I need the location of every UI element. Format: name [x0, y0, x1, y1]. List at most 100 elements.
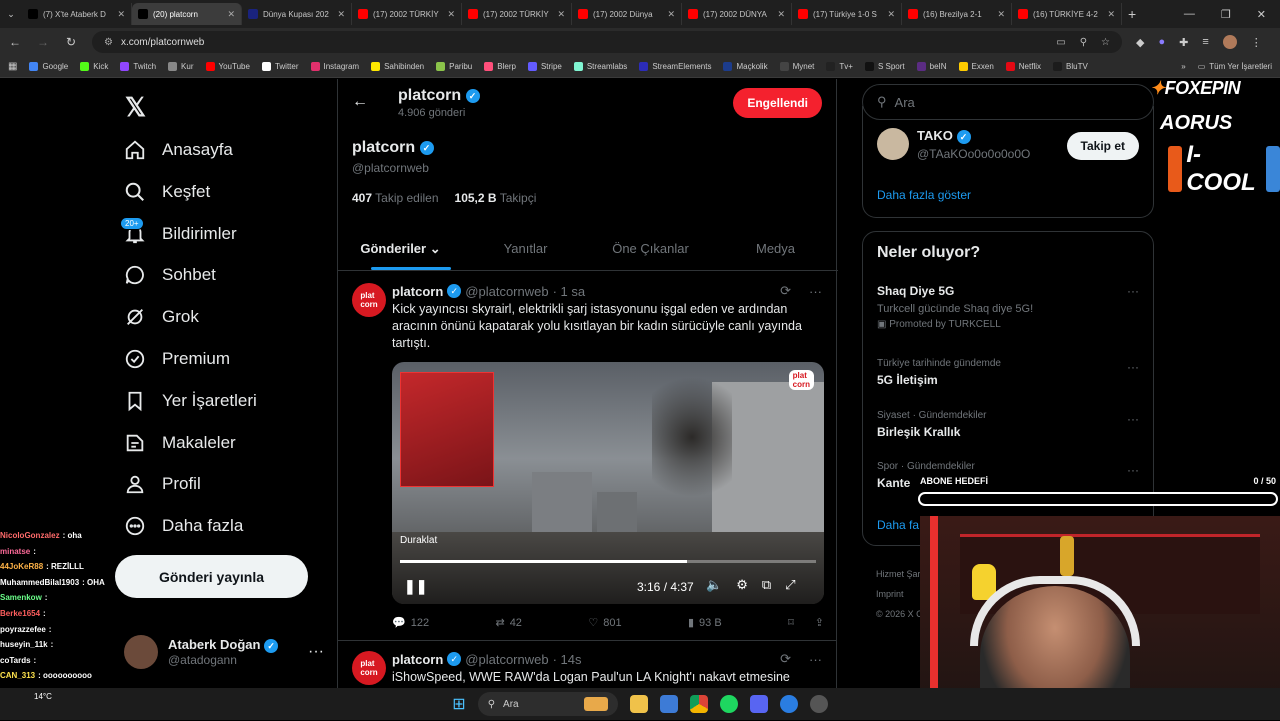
bookmark-item[interactable]: YouTube	[205, 62, 250, 71]
browser-tab[interactable]: (17) Türkiye 1-0 S ✕	[792, 3, 902, 25]
bookmark-item[interactable]: Exxen	[958, 62, 994, 71]
browser-tab[interactable]: Dünya Kupası 202 ✕	[242, 3, 352, 25]
extensions-puzzle-icon[interactable]: ✚	[1179, 36, 1188, 49]
trend-item[interactable]: Siyaset · Gündemdekiler Birleşik Krallık	[877, 410, 987, 439]
bookmarks-overflow-icon[interactable]: »	[1181, 62, 1185, 71]
trend-more-icon[interactable]: ···	[1127, 412, 1139, 426]
bookmark-item[interactable]: Twitch	[120, 62, 156, 71]
suggested-user-name[interactable]: TAKO	[917, 128, 953, 143]
bookmark-item[interactable]: Instagram	[310, 62, 359, 71]
tab-highlights[interactable]: Öne Çıkanlar	[588, 229, 713, 270]
kebab-menu-icon[interactable]: ⋮	[1251, 36, 1262, 49]
browser-tab[interactable]: (17) 2002 DÜNYA ✕	[682, 3, 792, 25]
taskbar-search-input[interactable]: ⚲ Ara	[477, 692, 618, 716]
close-tab-icon[interactable]: ✕	[997, 9, 1005, 20]
post-time[interactable]: · 14s	[553, 652, 582, 667]
blocked-button[interactable]: Engellendi	[733, 88, 822, 118]
close-tab-icon[interactable]: ✕	[337, 9, 345, 20]
close-tab-icon[interactable]: ✕	[227, 9, 235, 20]
bookmark-post-button[interactable]: ⌑ ⇪	[788, 616, 824, 629]
tab-replies[interactable]: Yanıtlar	[463, 229, 588, 270]
avatar[interactable]: plat corn	[352, 283, 386, 317]
post-time[interactable]: · 1 sa	[553, 284, 586, 299]
avatar[interactable]: plat corn	[352, 651, 386, 685]
reload-icon[interactable]: ↻	[64, 35, 78, 49]
all-bookmarks-folder[interactable]: ▭ Tüm Yer İşaretleri	[1198, 62, 1272, 71]
profile-avatar-icon[interactable]	[1222, 35, 1237, 49]
settings-gear-icon[interactable]: ⚙	[736, 577, 748, 593]
sidebar-item-home[interactable]: Anasayfa	[124, 135, 233, 165]
bookmark-item[interactable]: Tv+	[826, 62, 853, 71]
trend-item[interactable]: Türkiye tarihinde gündemde 5G İletişim	[877, 358, 1001, 387]
bookmark-item[interactable]: Google	[29, 62, 68, 71]
follow-button[interactable]: Takip et	[1066, 132, 1139, 160]
close-tab-icon[interactable]: ✕	[1107, 9, 1115, 20]
tab-media[interactable]: Medya	[713, 229, 838, 270]
browser-tab[interactable]: (16) Brezilya 2-1 ✕	[902, 3, 1012, 25]
star-icon[interactable]: ☆	[1101, 37, 1110, 48]
x-logo-icon[interactable]: 𝕏	[125, 92, 146, 123]
new-tab-button[interactable]: +	[1128, 6, 1136, 22]
volume-icon[interactable]: 🔈	[706, 577, 722, 593]
menu-list-icon[interactable]: ≡	[1202, 36, 1208, 48]
post[interactable]: plat corn platcorn ✓ @platcornweb · 1 sa …	[338, 273, 836, 641]
bookmark-item[interactable]: Mynet	[779, 62, 814, 71]
browser-tab[interactable]: (17) 2002 Dünya ✕	[572, 3, 682, 25]
bookmark-item[interactable]: Streamlabs	[573, 62, 627, 71]
trend-item[interactable]: Shaq Diye 5G Turkcell gücünde Shaq diye …	[877, 284, 1141, 330]
bookmark-item[interactable]: StreamElements	[639, 62, 711, 71]
pause-button[interactable]: ❚❚	[404, 578, 427, 595]
windows-start-icon[interactable]: ⊞	[452, 694, 465, 714]
sidebar-item-profile[interactable]: Profil	[124, 469, 201, 499]
account-switcher[interactable]: Ataberk Doğan ✓ @atadogann ···	[124, 632, 324, 672]
chrome-icon[interactable]	[689, 695, 708, 713]
bookmark-item[interactable]: Blerp	[484, 62, 516, 71]
following-link[interactable]: 407 Takip edilen	[352, 191, 439, 205]
trends-show-more-link[interactable]: Daha fa	[877, 518, 919, 532]
site-info-icon[interactable]: ⚙	[104, 37, 113, 48]
sidebar-item-premium[interactable]: Premium	[124, 344, 230, 374]
bookmark-item[interactable]: Kick	[80, 62, 108, 71]
sidebar-item-bookmarks[interactable]: Yer İşaretleri	[124, 386, 257, 416]
steam-icon[interactable]	[809, 695, 828, 713]
share-icon[interactable]: ⇪	[815, 616, 824, 629]
back-icon[interactable]: ←	[8, 35, 22, 49]
video-player[interactable]: plat corn Duraklat ❚❚ 3:16 / 4:37 🔈 ⚙ ⧉ ⤢	[392, 362, 824, 604]
close-window-icon[interactable]: ✕	[1257, 8, 1266, 21]
browser-tab[interactable]: (17) 2002 TÜRKİY ✕	[462, 3, 572, 25]
bookmark-item[interactable]: Stripe	[527, 62, 562, 71]
tab-search-button[interactable]: ⌄	[0, 9, 22, 20]
forward-icon[interactable]: →	[36, 35, 50, 49]
back-arrow-icon[interactable]: ←	[352, 93, 368, 111]
bookmark-item[interactable]: BluTV	[1053, 62, 1088, 71]
app-icon-bolt[interactable]	[779, 695, 798, 713]
browser-tab[interactable]: (17) 2002 TÜRKİY ✕	[352, 3, 462, 25]
trend-more-icon[interactable]: ···	[1127, 360, 1139, 374]
bookmark-item[interactable]: Twitter	[261, 62, 299, 71]
file-explorer-icon[interactable]	[629, 695, 648, 713]
extension-icon-2[interactable]: ●	[1158, 36, 1165, 48]
minimize-icon[interactable]: —	[1184, 8, 1195, 21]
bookmark-item[interactable]: Sahibinden	[371, 62, 424, 71]
bookmark-item[interactable]: S Sport	[864, 62, 905, 71]
show-more-link[interactable]: Daha fazla göster	[877, 188, 971, 202]
close-tab-icon[interactable]: ✕	[667, 9, 675, 20]
repost-button[interactable]: ⇄ 42	[495, 616, 521, 630]
post-more-icon[interactable]: ···	[809, 284, 822, 299]
like-button[interactable]: ♡ 801	[588, 616, 621, 630]
followers-link[interactable]: 105,2 B Takipçi	[455, 191, 537, 205]
reply-button[interactable]: 💬 122	[392, 616, 429, 630]
footer-terms-link[interactable]: Hizmet Şar	[876, 564, 923, 584]
close-tab-icon[interactable]: ✕	[117, 9, 125, 20]
pip-icon[interactable]: ⧉	[762, 577, 771, 593]
tab-posts[interactable]: Gönderiler ⌄	[338, 229, 463, 270]
trend-more-icon[interactable]: ···	[1127, 284, 1139, 298]
close-tab-icon[interactable]: ✕	[447, 9, 455, 20]
sidebar-item-explore[interactable]: Keşfet	[124, 177, 210, 207]
views-button[interactable]: ▮ 93 B	[688, 616, 722, 630]
account-more-icon[interactable]: ···	[308, 643, 324, 661]
browser-tab[interactable]: (20) platcorn ✕	[132, 3, 242, 25]
fullscreen-icon[interactable]: ⤢	[785, 577, 795, 593]
spotify-icon[interactable]	[719, 695, 738, 713]
grok-explain-icon[interactable]: ⟳	[780, 283, 791, 299]
